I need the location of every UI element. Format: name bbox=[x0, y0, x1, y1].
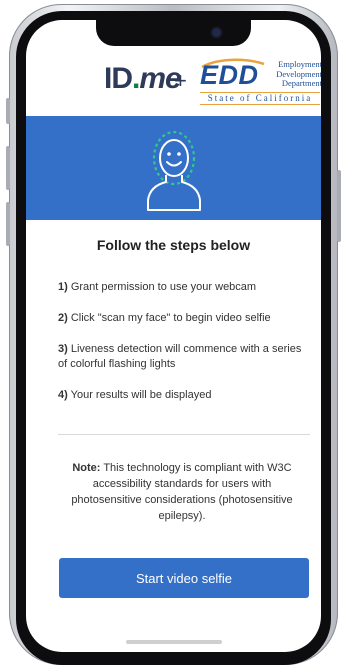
volume-down-button bbox=[6, 202, 10, 246]
accessibility-note: Note: This technology is compliant with … bbox=[71, 462, 293, 522]
step-item: 1) Grant permission to use your webcam bbox=[58, 281, 257, 293]
face-scan-icon bbox=[147, 130, 201, 211]
home-indicator bbox=[126, 640, 222, 644]
edd-logo: EDD Employment Development Department St… bbox=[198, 58, 321, 105]
phone-screen: ID.me + EDD Employment Development Depar… bbox=[26, 20, 321, 652]
idme-logo: ID.me bbox=[104, 62, 182, 95]
power-button bbox=[337, 170, 341, 242]
partner-logos: ID.me + EDD Employment Development Depar… bbox=[26, 54, 321, 116]
phone-mockup: ID.me + EDD Employment Development Depar… bbox=[0, 0, 347, 665]
plus-sign: + bbox=[174, 68, 187, 93]
edd-state-name: State of California bbox=[200, 92, 320, 105]
steps-list: 1) Grant permission to use your webcam 2… bbox=[58, 280, 310, 419]
front-camera bbox=[212, 28, 221, 37]
page-title: Follow the steps below bbox=[96, 237, 251, 253]
volume-up-button bbox=[6, 146, 10, 190]
step-item: 3) Liveness detection will commence with… bbox=[58, 343, 302, 370]
notch bbox=[96, 20, 251, 46]
silent-switch bbox=[6, 98, 10, 124]
start-video-selfie-button[interactable]: Start video selfie bbox=[59, 558, 309, 598]
hero-banner bbox=[26, 116, 321, 220]
step-item: 4) Your results will be displayed bbox=[58, 389, 212, 401]
edd-wordmark: EDD bbox=[200, 60, 259, 90]
edd-department-name: Employment Development Department bbox=[276, 59, 321, 88]
step-item: 2) Click "scan my face" to begin video s… bbox=[58, 312, 271, 324]
section-divider bbox=[58, 434, 310, 435]
